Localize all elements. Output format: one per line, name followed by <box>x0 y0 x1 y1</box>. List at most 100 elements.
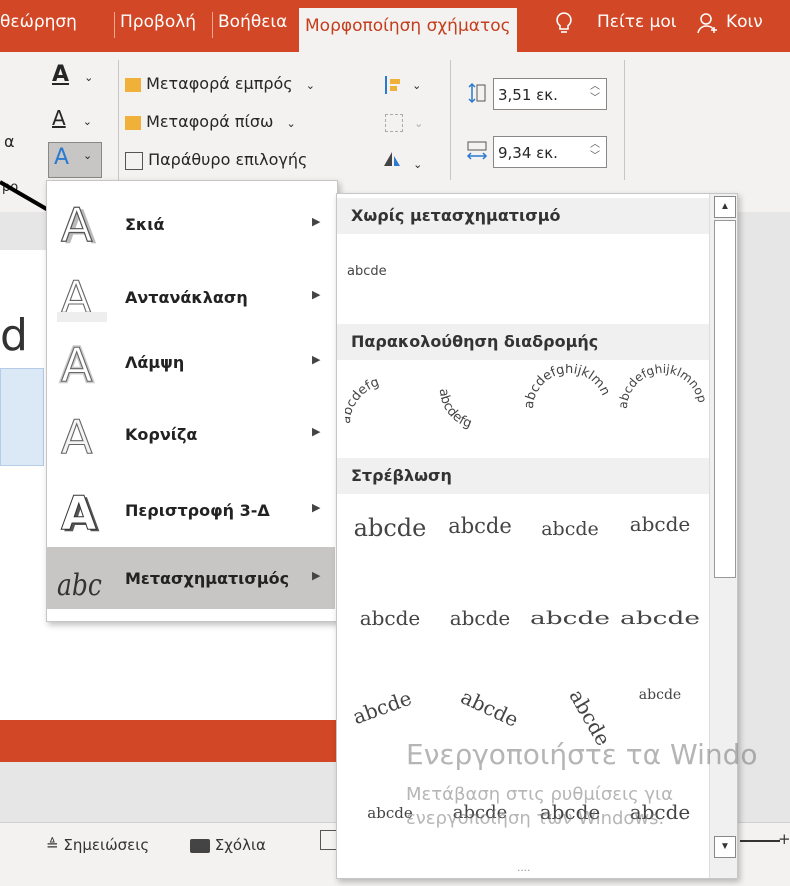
group-separator <box>118 60 119 180</box>
follow-path-row: abcdefg abcdefg abcdefghijklmn abcdefghi… <box>345 364 705 432</box>
chevron-down-icon: ⌄ <box>414 117 424 130</box>
bevel-a-icon: A <box>60 409 93 459</box>
svg-text:A: A <box>61 486 97 535</box>
svg-text:abc: abc <box>57 567 102 603</box>
reflection-a-icon: A <box>57 272 107 322</box>
svg-text:A: A <box>61 410 93 459</box>
svg-text:abcdefg: abcdefg <box>345 375 381 425</box>
warp-option-plain[interactable]: abcde <box>345 514 435 584</box>
notes-label: Σημειώσεις <box>63 836 150 854</box>
menu-item-label: Σκιά <box>125 215 165 234</box>
warp-option-ring-outside[interactable]: abcde <box>606 609 714 665</box>
scroll-down-icon[interactable]: ▼ <box>714 836 736 858</box>
activation-watermark-line: Μετάβαση στις ρυθμίσεις για <box>406 784 673 805</box>
menu-item-shadow[interactable]: A A Σκιά ▶ <box>47 193 335 255</box>
warp-option-chevron-up[interactable]: abcde <box>345 606 435 676</box>
tab-share[interactable]: Κοιν <box>726 12 763 32</box>
warp-option-chevron-down[interactable]: abcde <box>435 606 525 676</box>
text-fill-icon: A <box>52 62 70 87</box>
chevron-down-icon: ⌄ <box>286 117 296 130</box>
section-heading: Παρακολούθηση διαδρομής <box>337 324 709 360</box>
tab-view[interactable]: Προβολή <box>120 12 196 32</box>
notes-button[interactable]: ≜ Σημειώσεις <box>46 836 149 854</box>
ribbon-clipped-label: α <box>4 132 15 151</box>
group-button[interactable]: ⌄ <box>385 112 423 132</box>
rotate-button[interactable]: ⌄ <box>382 150 422 172</box>
lightbulb-icon[interactable] <box>555 12 573 39</box>
shape-height-field[interactable]: 3,51 εκ. ︿ ﹀ <box>493 78 607 110</box>
menu-item-reflection[interactable]: A Αντανάκλαση ▶ <box>47 266 335 328</box>
zoom-slider[interactable] <box>740 840 780 842</box>
transform-option-arch-down[interactable]: abcdefg <box>436 388 474 432</box>
submenu-arrow-icon: ▶ <box>312 426 321 438</box>
shape-width-icon <box>466 140 488 162</box>
svg-text:abcdefg: abcdefg <box>436 388 474 432</box>
send-backward-icon <box>125 115 141 130</box>
scroll-up-icon[interactable]: ▲ <box>714 196 736 218</box>
shape-width-field[interactable]: 9,34 εκ. ︿ ﹀ <box>493 136 607 168</box>
menu-item-glow[interactable]: A A Λάμψη ▶ <box>47 331 335 393</box>
activation-watermark-title: Ενεργοποιήστε τα Windo <box>406 738 758 771</box>
share-person-icon[interactable] <box>697 12 719 39</box>
submenu-arrow-icon: ▶ <box>312 216 321 228</box>
warp-option-stop[interactable]: abcde <box>435 514 525 584</box>
menu-item-label: Μετασχηματισμός <box>125 569 290 588</box>
menu-item-label: Αντανάκλαση <box>125 288 248 307</box>
chevron-down-icon: ⌄ <box>413 158 423 171</box>
bring-forward-button[interactable]: Μεταφορά εμπρός ⌄ <box>125 74 315 93</box>
section-heading: Στρέβλωση <box>337 458 709 494</box>
notes-icon: ≜ <box>46 836 59 854</box>
chevron-down-icon: ⌄ <box>83 149 93 162</box>
warp-option-triangle-inverted[interactable]: abcde <box>615 512 705 582</box>
tab-review[interactable]: θεώρηση <box>0 12 77 32</box>
warp-option-triangle[interactable]: abcde <box>525 518 615 588</box>
spinner-arrows[interactable]: ︿ ﹀ <box>590 81 600 105</box>
text-outline-button[interactable]: A ⌄ <box>52 106 92 130</box>
bring-forward-label: Μεταφορά εμπρός <box>146 74 293 93</box>
menu-item-label: Κορνίζα <box>125 425 198 444</box>
gallery-more-indicator: .... <box>517 860 531 874</box>
svg-text:A: A <box>61 199 93 249</box>
selection-pane-button[interactable]: Παράθυρο επιλογής <box>125 150 307 170</box>
comment-icon <box>190 838 210 853</box>
menu-item-label: Λάμψη <box>125 353 185 372</box>
activation-watermark-line: ενεργοποίηση των Windows. <box>406 808 665 829</box>
tab-help[interactable]: Βοήθεια <box>218 12 287 32</box>
tab-separator <box>114 12 115 38</box>
text-fill-button[interactable]: A ⌄ <box>52 62 93 87</box>
send-backward-button[interactable]: Μεταφορά πίσω ⌄ <box>125 112 296 131</box>
transform-option-arch-up[interactable]: abcdefg <box>345 375 381 425</box>
gallery-scrollbar[interactable]: ▲ ▼ <box>709 194 737 878</box>
transform-option-button[interactable]: abcdefghijklmnop <box>616 364 705 409</box>
scrollbar-thumb[interactable] <box>714 220 736 578</box>
comments-button[interactable]: Σχόλια <box>190 836 266 854</box>
glow-a-icon: A A <box>59 337 95 387</box>
transform-option-none[interactable]: abcde <box>347 264 407 294</box>
selection-pane-icon <box>125 151 143 170</box>
slide-title-fragment: d <box>0 310 28 361</box>
shape-height-icon <box>466 82 486 104</box>
chevron-down-icon: ⌄ <box>84 71 94 84</box>
submenu-arrow-icon: ▶ <box>312 289 321 301</box>
zoom-in-icon[interactable]: + <box>778 830 790 848</box>
transform-option-circle[interactable]: abcdefghijklmn <box>522 364 613 409</box>
group-icon <box>385 113 403 132</box>
transform-abc-icon: abc <box>57 567 102 603</box>
group-separator <box>624 60 625 180</box>
selection-pane-label: Παράθυρο επιλογής <box>148 150 308 169</box>
spinner-arrows[interactable]: ︿ ﹀ <box>590 139 600 163</box>
activation-watermark-text: Μετάβαση στις ρυθμίσεις για ενεργοποίηση… <box>406 783 673 831</box>
svg-text:abcdefghijklmnop: abcdefghijklmnop <box>616 364 705 409</box>
chevron-down-icon: ⌄ <box>412 79 422 92</box>
group-separator <box>450 60 451 180</box>
menu-item-bevel[interactable]: A Κορνίζα ▶ <box>47 403 335 465</box>
tab-shape-format[interactable]: Μορφοποίηση σχήματος <box>299 8 517 52</box>
menu-item-transform[interactable]: abc Μετασχηματισμός ▶ <box>47 547 335 609</box>
menu-item-3d-rotation[interactable]: A A Περιστροφή 3-Δ ▶ <box>47 479 335 541</box>
svg-text:abcdefghijklmn: abcdefghijklmn <box>522 364 613 409</box>
tell-me-search[interactable]: Πείτε μοι <box>597 12 677 32</box>
slide-thumbnail-image <box>0 368 44 466</box>
align-button[interactable]: ⌄ <box>385 74 421 94</box>
text-effects-icon: A <box>54 145 70 170</box>
transform-gallery: Χωρίς μετασχηματισμό abcde Παρακολούθηση… <box>336 193 738 879</box>
